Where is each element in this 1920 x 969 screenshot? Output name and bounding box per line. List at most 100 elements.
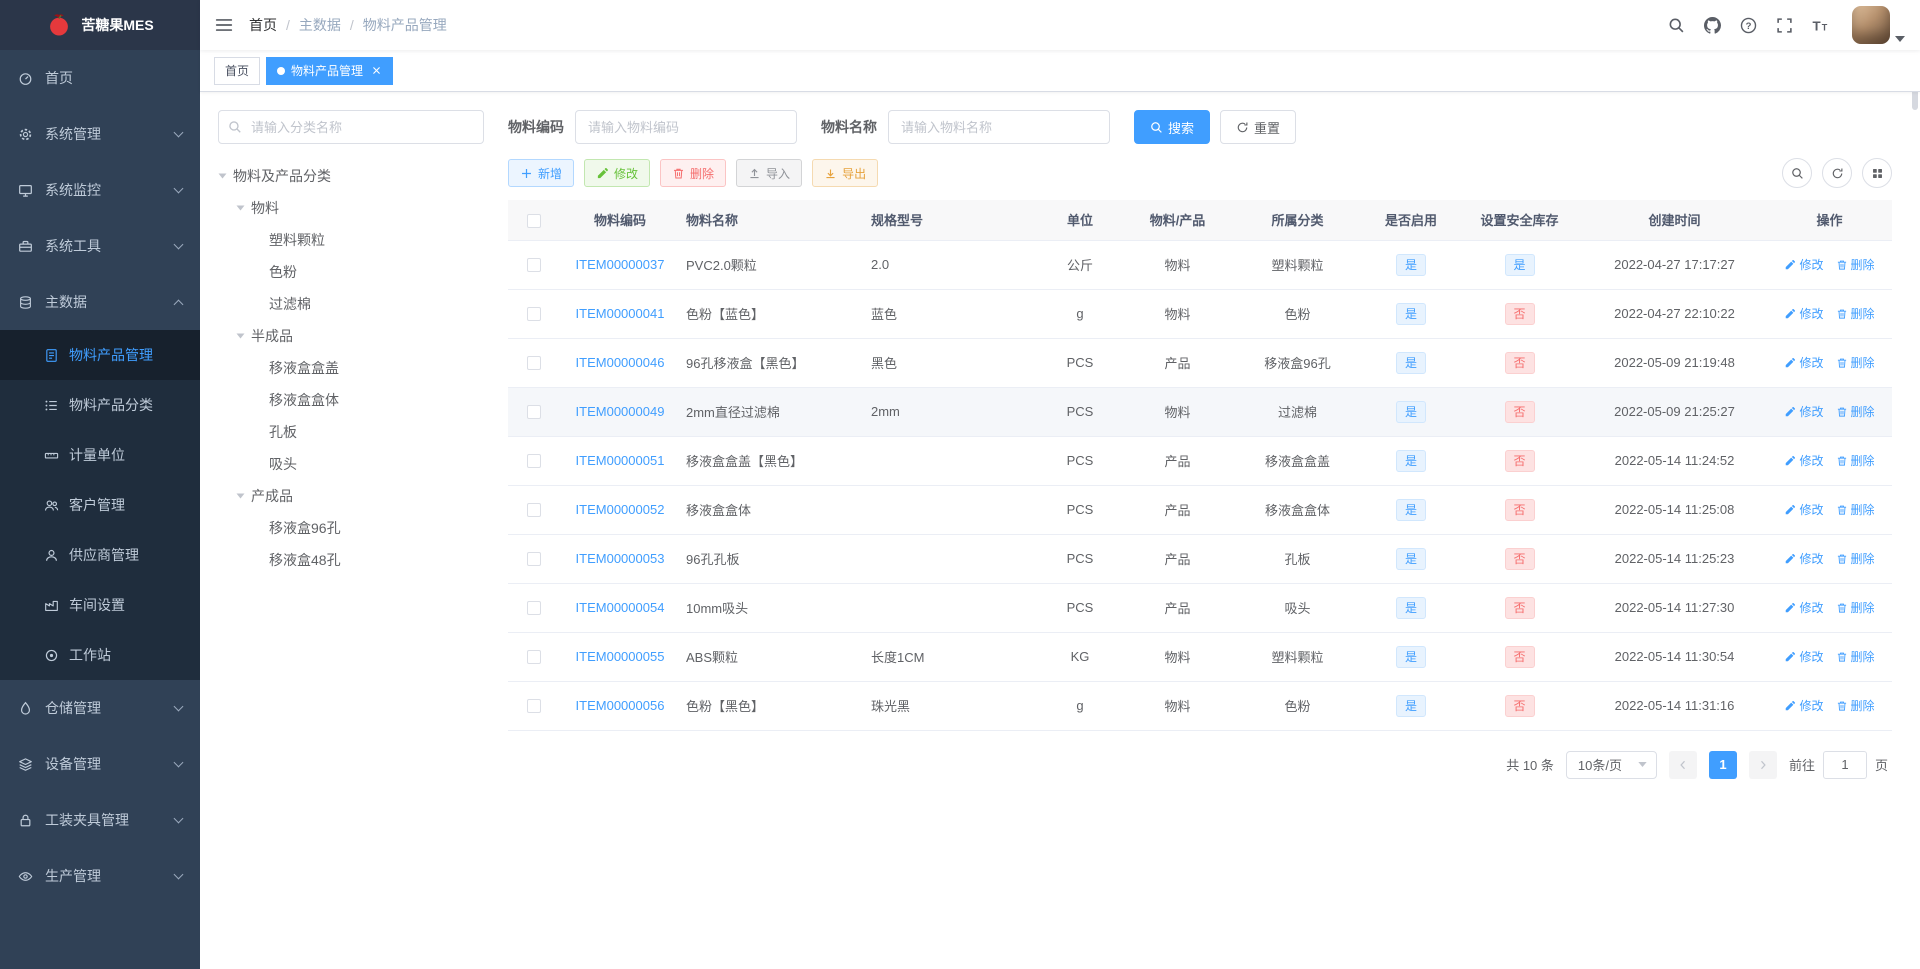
toggle-columns-button[interactable] [1862, 158, 1892, 188]
row-delete-button[interactable]: 删除 [1836, 452, 1875, 469]
avatar[interactable] [1852, 6, 1890, 44]
row-edit-button[interactable]: 修改 [1784, 305, 1824, 322]
material-code-link[interactable]: ITEM00000054 [576, 600, 665, 615]
row-edit-button[interactable]: 修改 [1784, 550, 1824, 567]
row-edit-button[interactable]: 修改 [1784, 256, 1824, 273]
tree-node-plastic-granule[interactable]: 塑料颗粒 [218, 224, 484, 256]
tree-node-color-powder[interactable]: 色粉 [218, 256, 484, 288]
sidebar-item-supplier-management[interactable]: 供应商管理 [0, 530, 200, 580]
row-checkbox[interactable] [527, 258, 541, 273]
search-button[interactable]: 搜索 [1134, 110, 1211, 144]
goto-page-input[interactable] [1822, 750, 1867, 779]
row-delete-button[interactable]: 删除 [1836, 256, 1875, 273]
current-page[interactable]: 1 [1708, 750, 1737, 779]
material-code-link[interactable]: ITEM00000037 [576, 257, 665, 272]
sidebar-item-workshop-settings[interactable]: 车间设置 [0, 580, 200, 630]
tree-node-box-48[interactable]: 移液盒48孔 [218, 544, 484, 576]
user-menu[interactable] [1852, 6, 1905, 44]
refresh-table-button[interactable] [1822, 158, 1852, 188]
row-checkbox[interactable] [527, 601, 541, 616]
material-code-link[interactable]: ITEM00000052 [576, 502, 665, 517]
add-button[interactable]: 新增 [508, 159, 575, 187]
sidebar-item-measurement-unit[interactable]: 计量单位 [0, 430, 200, 480]
hamburger-icon[interactable] [215, 16, 233, 34]
sidebar-item-warehouse-management[interactable]: 仓储管理 [0, 680, 200, 736]
material-code-link[interactable]: ITEM00000056 [576, 698, 665, 713]
tree-node-semi-finished[interactable]: 半成品 [218, 320, 484, 352]
row-delete-button[interactable]: 删除 [1836, 403, 1875, 420]
row-edit-button[interactable]: 修改 [1784, 403, 1824, 420]
edit-button[interactable]: 修改 [584, 159, 651, 187]
sidebar-item-master-data[interactable]: 主数据 [0, 274, 200, 330]
tree-node-box-body[interactable]: 移液盒盒体 [218, 384, 484, 416]
github-icon[interactable] [1704, 17, 1721, 34]
tree-node-root[interactable]: 物料及产品分类 [218, 160, 484, 192]
select-all-checkbox[interactable] [527, 213, 541, 228]
row-checkbox[interactable] [527, 356, 541, 371]
row-checkbox[interactable] [527, 699, 541, 714]
sidebar-item-system-monitor[interactable]: 系统监控 [0, 162, 200, 218]
tree-node-well-plate[interactable]: 孔板 [218, 416, 484, 448]
tree-node-material[interactable]: 物料 [218, 192, 484, 224]
font-size-icon[interactable] [1812, 17, 1829, 34]
row-edit-button[interactable]: 修改 [1784, 452, 1824, 469]
row-checkbox[interactable] [527, 503, 541, 518]
export-button[interactable]: 导出 [812, 159, 879, 187]
category-search-input[interactable] [218, 110, 484, 144]
row-edit-button[interactable]: 修改 [1784, 354, 1824, 371]
sidebar-item-customer-management[interactable]: 客户管理 [0, 480, 200, 530]
material-name-input[interactable] [888, 110, 1110, 144]
sidebar-item-system-management[interactable]: 系统管理 [0, 106, 200, 162]
tree-node-box-lid[interactable]: 移液盒盒盖 [218, 352, 484, 384]
row-checkbox[interactable] [527, 454, 541, 469]
next-page-button[interactable] [1748, 750, 1777, 779]
tab-material-product-management[interactable]: 物料产品管理 [266, 56, 394, 85]
row-delete-button[interactable]: 删除 [1836, 305, 1875, 322]
search-icon[interactable] [1668, 17, 1685, 34]
sidebar-item-tooling-fixture-management[interactable]: 工装夹具管理 [0, 792, 200, 848]
toggle-search-button[interactable] [1782, 158, 1812, 188]
app-logo[interactable]: 苦糖果MES [0, 0, 200, 50]
row-checkbox[interactable] [527, 307, 541, 322]
row-checkbox[interactable] [527, 650, 541, 665]
material-code-link[interactable]: ITEM00000041 [576, 306, 665, 321]
sidebar-item-equipment-management[interactable]: 设备管理 [0, 736, 200, 792]
tab-home[interactable]: 首页 [214, 56, 261, 85]
row-checkbox[interactable] [527, 405, 541, 420]
material-code-link[interactable]: ITEM00000051 [576, 453, 665, 468]
delete-button[interactable]: 删除 [660, 159, 727, 187]
material-code-link[interactable]: ITEM00000053 [576, 551, 665, 566]
page-size-select[interactable]: 10条/页 [1565, 750, 1657, 779]
tree-node-tip[interactable]: 吸头 [218, 448, 484, 480]
row-edit-button[interactable]: 修改 [1784, 501, 1824, 518]
help-icon[interactable] [1740, 17, 1757, 34]
import-button[interactable]: 导入 [736, 159, 803, 187]
row-delete-button[interactable]: 删除 [1836, 550, 1875, 567]
prev-page-button[interactable] [1668, 750, 1697, 779]
row-delete-button[interactable]: 删除 [1836, 599, 1875, 616]
material-code-link[interactable]: ITEM00000046 [576, 355, 665, 370]
tree-node-box-96[interactable]: 移液盒96孔 [218, 512, 484, 544]
material-code-link[interactable]: ITEM00000055 [576, 649, 665, 664]
row-delete-button[interactable]: 删除 [1836, 354, 1875, 371]
material-code-input[interactable] [575, 110, 797, 144]
sidebar-item-production-management[interactable]: 生产管理 [0, 848, 200, 904]
row-delete-button[interactable]: 删除 [1836, 501, 1875, 518]
material-code-link[interactable]: ITEM00000049 [576, 404, 665, 419]
sidebar-item-material-product-management[interactable]: 物料产品管理 [0, 330, 200, 380]
row-delete-button[interactable]: 删除 [1836, 697, 1875, 714]
sidebar-item-home[interactable]: 首页 [0, 50, 200, 106]
sidebar-item-material-product-category[interactable]: 物料产品分类 [0, 380, 200, 430]
sidebar-item-workstation[interactable]: 工作站 [0, 630, 200, 680]
reset-button[interactable]: 重置 [1220, 110, 1297, 144]
row-edit-button[interactable]: 修改 [1784, 697, 1824, 714]
row-edit-button[interactable]: 修改 [1784, 648, 1824, 665]
sidebar-item-system-tools[interactable]: 系统工具 [0, 218, 200, 274]
row-edit-button[interactable]: 修改 [1784, 599, 1824, 616]
breadcrumb-home[interactable]: 首页 [249, 15, 277, 35]
tree-node-finished-goods[interactable]: 产成品 [218, 480, 484, 512]
close-icon[interactable] [371, 65, 382, 76]
fullscreen-icon[interactable] [1776, 17, 1793, 34]
tree-node-filter-cotton[interactable]: 过滤棉 [218, 288, 484, 320]
row-checkbox[interactable] [527, 552, 541, 567]
